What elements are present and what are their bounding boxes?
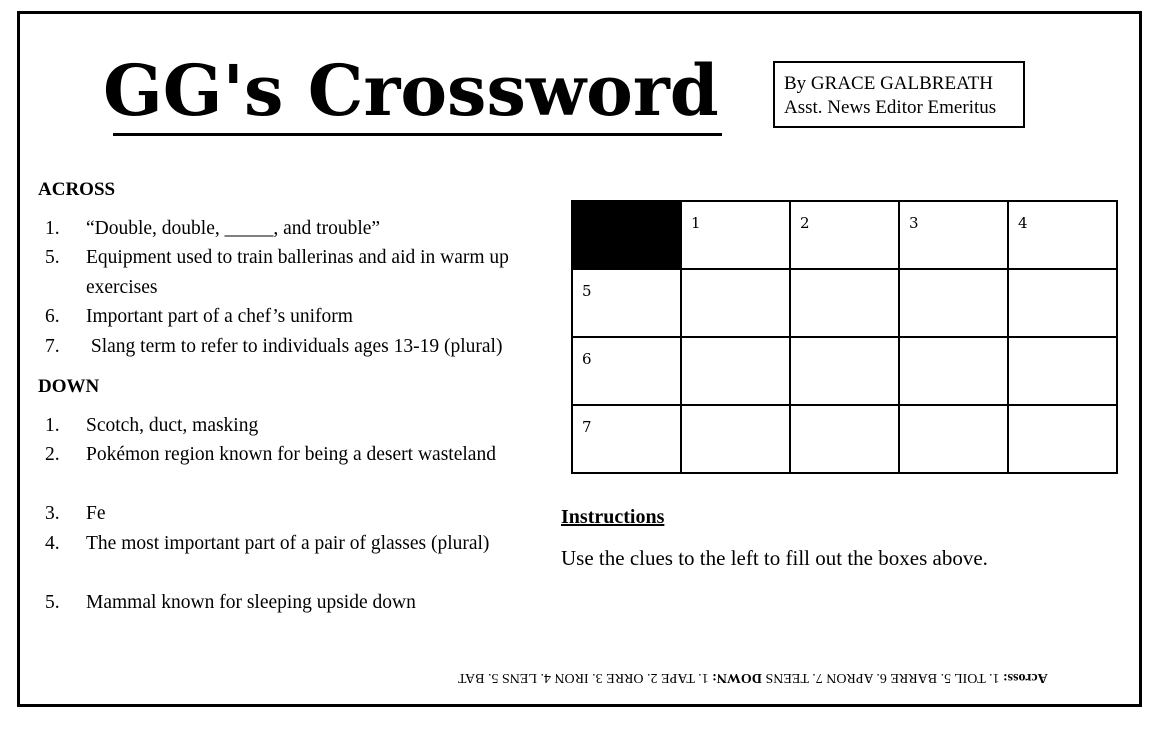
title-underline (113, 133, 722, 136)
grid-cell[interactable] (680, 268, 791, 338)
across-heading: ACROSS (38, 179, 116, 200)
cell-number: 5 (582, 282, 592, 300)
grid-cell[interactable] (898, 268, 1009, 338)
clue-number: 5. (45, 592, 60, 613)
cell-number: 6 (582, 350, 592, 368)
answer-key-down: 1. TAPE 2. ORRE 3. IRON 4. LENS 5. BAT (458, 670, 713, 685)
cell-number: 1 (691, 214, 701, 232)
grid-cell[interactable]: 4 (1007, 200, 1118, 270)
grid-cell[interactable] (789, 336, 900, 406)
grid-cell[interactable] (1007, 268, 1118, 338)
clue-number: 3. (45, 503, 60, 524)
grid-cell[interactable] (1007, 404, 1118, 474)
clue-text: The most important part of a pair of gla… (86, 533, 490, 554)
grid-cell[interactable] (898, 336, 1009, 406)
clue-text: Equipment used to train ballerinas and a… (86, 247, 509, 298)
down-clue: 2. Pokémon region known for being a dese… (38, 440, 508, 470)
down-clue: 1. Scotch, duct, masking (38, 411, 508, 441)
grid-cell[interactable] (898, 404, 1009, 474)
clue-number: 1. (45, 218, 60, 239)
grid-cell[interactable] (789, 268, 900, 338)
byline-name: By GRACE GALBREATH (784, 73, 994, 94)
grid-cell[interactable] (680, 336, 791, 406)
grid-cell[interactable]: 7 (571, 404, 682, 474)
clue-number: 7. (45, 336, 60, 357)
clue-number: 1. (45, 415, 60, 436)
down-heading: DOWN (38, 376, 100, 397)
clue-number: 2. (45, 444, 60, 465)
grid-cell[interactable]: 5 (571, 268, 682, 338)
instructions-text: Use the clues to the left to fill out th… (561, 546, 988, 570)
cell-number: 4 (1018, 214, 1028, 232)
byline-role: Asst. News Editor Emeritus (784, 97, 997, 118)
answer-key-down-label: DOWN: (712, 670, 762, 685)
down-clue: 5. Mammal known for sleeping upside down (38, 588, 508, 618)
clue-text: Pokémon region known for being a desert … (86, 444, 496, 465)
crossword-grid: 1 2 3 4 5 6 7 (571, 200, 1118, 474)
answer-key: Across: 1. TOIL 5. BARRE 6. APRON 7. TEE… (458, 668, 1132, 686)
grid-row: 1 2 3 4 (571, 200, 1118, 270)
across-clue: 7. Slang term to refer to individuals ag… (38, 332, 568, 362)
clue-text: Mammal known for sleeping upside down (86, 592, 416, 613)
clue-text: Fe (86, 503, 106, 524)
grid-row: 7 (571, 404, 1118, 474)
grid-cell[interactable] (680, 404, 791, 474)
answer-key-across: 1. TOIL 5. BARRE 6. APRON 7. TEENS (761, 670, 1003, 685)
clue-text: “Double, double, _____, and trouble” (86, 218, 381, 239)
across-clue: 6. Important part of a chef’s uniform (38, 302, 568, 332)
grid-cell[interactable]: 6 (571, 336, 682, 406)
cell-number: 3 (909, 214, 919, 232)
page-title: GG's Crossword (103, 49, 719, 132)
cell-number: 2 (800, 214, 810, 232)
grid-cell[interactable]: 2 (789, 200, 900, 270)
down-clue: 3. Fe (38, 499, 508, 529)
black-cell (571, 200, 682, 270)
clue-text: Slang term to refer to individuals ages … (86, 336, 503, 357)
across-clue: 1. “Double, double, _____, and trouble” (38, 214, 568, 244)
instructions-heading: Instructions (561, 506, 665, 528)
clue-number: 6. (45, 306, 60, 327)
grid-row: 6 (571, 336, 1118, 406)
cell-number: 7 (582, 418, 592, 436)
across-clue: 5. Equipment used to train ballerinas an… (38, 243, 568, 302)
clue-number: 5. (45, 247, 60, 268)
down-clue: 4. The most important part of a pair of … (38, 529, 508, 559)
grid-row: 5 (571, 268, 1118, 338)
clue-text: Important part of a chef’s uniform (86, 306, 353, 327)
grid-cell[interactable] (789, 404, 900, 474)
byline-box: By GRACE GALBREATH Asst. News Editor Eme… (773, 61, 1025, 128)
grid-cell[interactable]: 3 (898, 200, 1009, 270)
clue-text: Scotch, duct, masking (86, 415, 259, 436)
grid-cell[interactable] (1007, 336, 1118, 406)
answer-key-across-label: Across: (1002, 670, 1048, 685)
clue-number: 4. (45, 533, 60, 554)
grid-cell[interactable]: 1 (680, 200, 791, 270)
